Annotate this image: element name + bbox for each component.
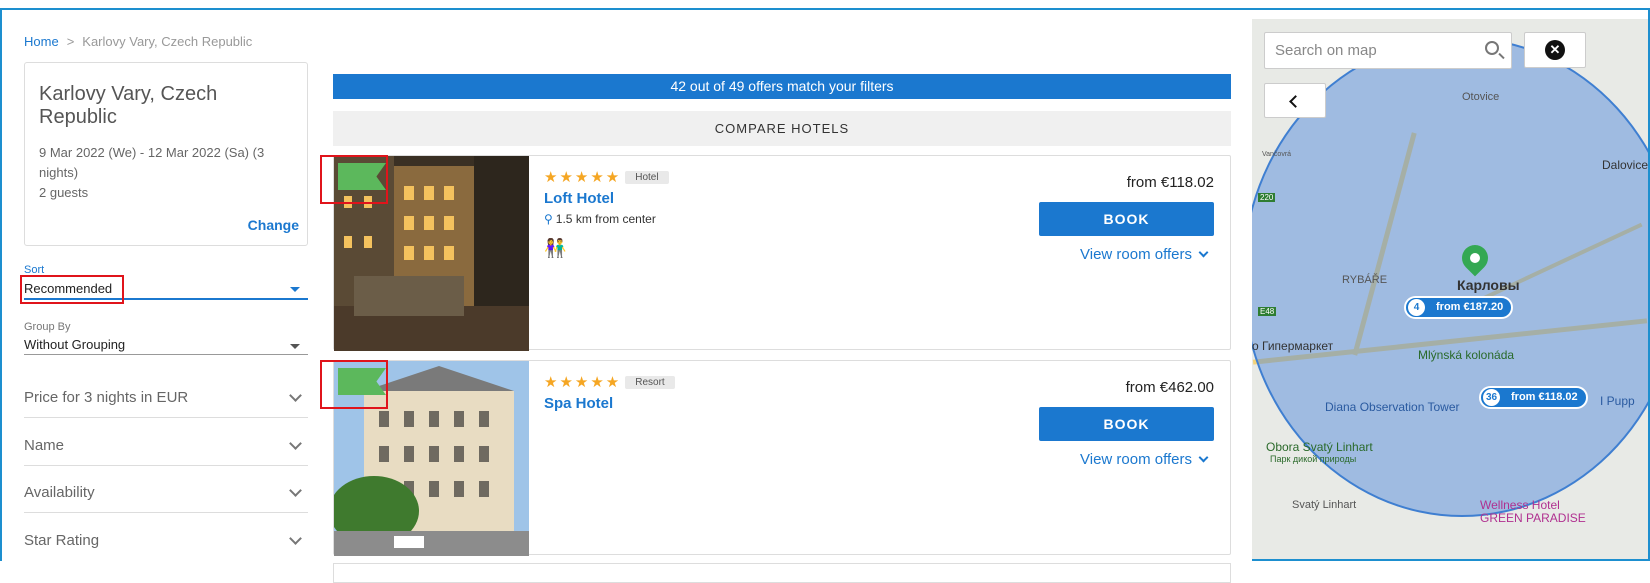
- search-icon[interactable]: [1485, 41, 1499, 55]
- group-by-selected-text: Without Grouping: [24, 337, 126, 352]
- hotel-card: ★★★★★ Resort Spa Hotel from €462.00 BOOK …: [320, 360, 1231, 556]
- collapse-map-button[interactable]: [1264, 83, 1326, 118]
- facet-label: Availability: [24, 484, 95, 501]
- hotel-card-partial: [333, 563, 1231, 583]
- group-by-value[interactable]: Without Grouping: [24, 333, 308, 355]
- map-search-input[interactable]: Search on map: [1264, 32, 1512, 69]
- close-map-button[interactable]: ✕: [1524, 32, 1586, 68]
- search-dates: 9 Mar 2022 (We) - 12 Mar 2022 (Sa) (3 ni…: [39, 145, 265, 180]
- facet-label: Price for 3 nights in EUR: [24, 389, 189, 406]
- map-price-tag-count: 4: [1408, 299, 1425, 316]
- map-label: E48: [1258, 307, 1277, 316]
- map-label: RYBÁŘE: [1342, 274, 1388, 286]
- hotel-price: from €462.00: [1125, 379, 1214, 396]
- change-search-button[interactable]: Change: [248, 217, 299, 233]
- view-room-offers-label: View room offers: [1080, 246, 1192, 263]
- facet-name[interactable]: Name: [24, 419, 308, 466]
- search-summary-card: Karlovy Vary, Czech Republic 9 Mar 2022 …: [24, 62, 308, 246]
- chevron-down-icon: [289, 389, 302, 402]
- family-icon: 👫: [544, 238, 567, 258]
- highlight-box: [320, 155, 388, 204]
- highlight-box: [320, 360, 388, 409]
- breadcrumb-current: Karlovy Vary, Czech Republic: [82, 34, 253, 49]
- map-price-tag[interactable]: 4 from €187.20: [1404, 296, 1514, 319]
- map-price-tag[interactable]: 36 from €118.02: [1479, 386, 1588, 409]
- breadcrumb-home-link[interactable]: Home: [24, 34, 59, 49]
- map-panel[interactable]: Otovice Dalovice RYBÁŘE Карловы Вары о Г…: [1252, 19, 1648, 559]
- chevron-down-icon: [1198, 452, 1209, 463]
- breadcrumb-separator: >: [66, 34, 75, 49]
- map-label: Парк дикой природы: [1270, 454, 1357, 464]
- location-pin-icon: ⚲: [544, 212, 553, 226]
- map-label: Vančovrá: [1262, 151, 1292, 158]
- map-label: Otovice: [1462, 91, 1500, 103]
- search-city: Karlovy Vary, Czech Republic: [39, 83, 218, 128]
- facet-label: Star Rating: [24, 532, 100, 549]
- distance-info: ⚲ 1.5 km from center: [544, 212, 669, 226]
- facet-price[interactable]: Price for 3 nights in EUR: [24, 371, 308, 418]
- top-border: [0, 0, 1650, 10]
- star-rating: ★★★★★: [544, 169, 622, 186]
- map-label: Mlýnská kolonáda: [1418, 348, 1515, 362]
- hotel-card: ★★★★★ Hotel Loft Hotel ⚲ 1.5 km from cente…: [320, 155, 1231, 351]
- property-type-badge: Hotel: [625, 171, 669, 184]
- map-price-tag-count: 36: [1483, 389, 1500, 406]
- search-guests: 2 guests: [39, 185, 89, 200]
- map-label: Dalovice: [1602, 158, 1648, 172]
- results-pane: Home > Karlovy Vary, Czech Republic Karlov…: [2, 12, 1252, 583]
- chevron-left-icon: [1289, 95, 1302, 108]
- chevron-down-icon: [289, 532, 302, 545]
- map-price-tag-label: from €118.02: [1511, 391, 1578, 403]
- hotel-info: ★★★★★ Hotel Loft Hotel ⚲ 1.5 km from cente…: [544, 168, 669, 259]
- view-room-offers-link[interactable]: View room offers: [1080, 246, 1209, 263]
- map-label: Obora Svatý Linhart: [1266, 440, 1373, 454]
- caret-down-icon: [290, 344, 300, 349]
- chevron-down-icon: [289, 437, 302, 450]
- facet-star-rating[interactable]: Star Rating: [24, 514, 308, 561]
- hotel-price: from €118.02: [1126, 174, 1214, 191]
- close-icon: ✕: [1545, 40, 1565, 60]
- map-label: Wellness Hotel GREEN PARADISE: [1480, 498, 1586, 525]
- map-label: Diana Observation Tower: [1325, 400, 1460, 414]
- map-label: Svatý Linhart: [1292, 499, 1357, 511]
- map-label: о Гипермаркет: [1252, 339, 1334, 353]
- results-count-banner: 42 out of 49 offers match your filters: [333, 74, 1231, 99]
- breadcrumb: Home > Karlovy Vary, Czech Republic: [24, 34, 252, 49]
- hotel-name-link[interactable]: Spa Hotel: [544, 395, 675, 412]
- book-button[interactable]: BOOK: [1039, 202, 1214, 236]
- chevron-down-icon: [1198, 247, 1209, 258]
- highlight-box: [20, 275, 124, 304]
- chevron-down-icon: [289, 484, 302, 497]
- sort-value[interactable]: Recommended: [20, 275, 308, 304]
- compare-hotels-button[interactable]: COMPARE HOTELS: [333, 111, 1231, 146]
- property-type-badge: Resort: [625, 376, 675, 389]
- star-rating: ★★★★★: [544, 374, 622, 391]
- facet-label: Name: [24, 437, 65, 454]
- hotel-name-link[interactable]: Loft Hotel: [544, 190, 669, 207]
- hotel-info: ★★★★★ Resort Spa Hotel: [544, 373, 675, 412]
- view-room-offers-link[interactable]: View room offers: [1080, 451, 1209, 468]
- book-button[interactable]: BOOK: [1039, 407, 1214, 441]
- map-label: I Pupp: [1600, 394, 1635, 408]
- group-by-label: Group By: [24, 321, 71, 333]
- caret-down-icon: [290, 287, 300, 292]
- map-search-placeholder: Search on map: [1275, 42, 1377, 59]
- facet-availability[interactable]: Availability: [24, 466, 308, 513]
- map-price-tag-label: from €187.20: [1436, 301, 1504, 313]
- view-room-offers-label: View room offers: [1080, 451, 1192, 468]
- group-by-select[interactable]: Group By Without Grouping: [24, 321, 308, 355]
- map-label: 220: [1258, 193, 1276, 202]
- sort-select[interactable]: Sort Recommended: [20, 264, 308, 304]
- distance-text: 1.5 km from center: [555, 212, 656, 226]
